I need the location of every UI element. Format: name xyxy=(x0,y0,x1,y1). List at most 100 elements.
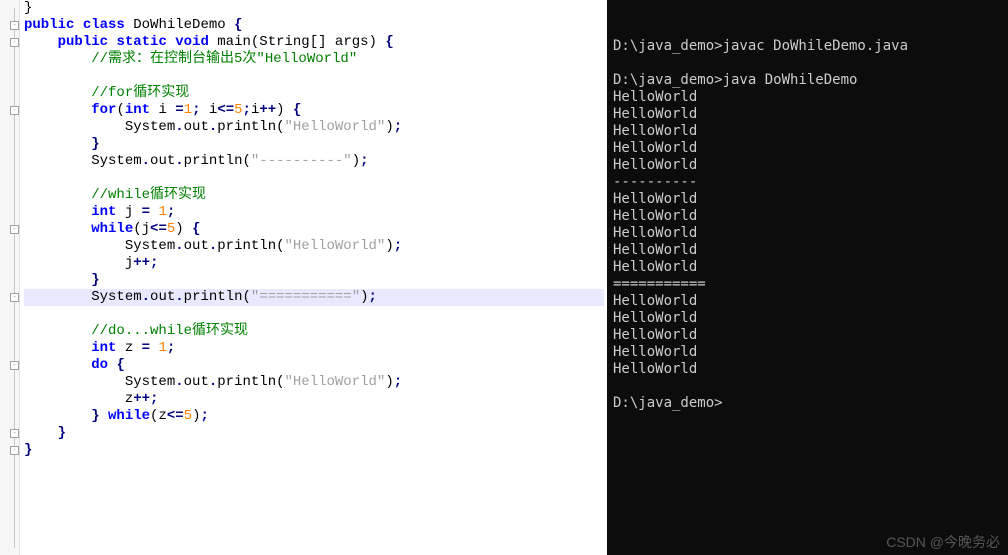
code-line[interactable]: System.out.println("==========="); xyxy=(24,289,604,306)
code-token: ) xyxy=(385,374,393,390)
code-editor[interactable]: -------- }public class DoWhileDemo { pub… xyxy=(0,0,607,555)
code-token: ; xyxy=(369,289,377,305)
code-token: ( xyxy=(242,153,250,169)
terminal-line: D:\java_demo>javac DoWhileDemo.java xyxy=(613,38,1002,55)
terminal-output: D:\java_demo>javac DoWhileDemo.java D:\j… xyxy=(613,38,1002,412)
code-token: ++ xyxy=(259,102,276,118)
code-token: println xyxy=(217,119,276,135)
code-line[interactable]: int z = 1; xyxy=(24,340,607,357)
code-line[interactable]: z++; xyxy=(24,391,607,408)
code-token: ; xyxy=(394,119,402,135)
code-token: int xyxy=(91,204,116,220)
code-token: DoWhileDemo xyxy=(133,17,225,33)
code-line[interactable]: System.out.println("HelloWorld"); xyxy=(24,374,607,391)
fold-toggle-icon[interactable]: - xyxy=(10,21,19,30)
code-token xyxy=(167,34,175,50)
code-token: args xyxy=(327,34,369,50)
code-line[interactable]: System.out.println("HelloWorld"); xyxy=(24,119,607,136)
code-token: z xyxy=(125,391,133,407)
code-area[interactable]: }public class DoWhileDemo { public stati… xyxy=(24,0,607,459)
code-line[interactable]: } xyxy=(24,0,607,17)
code-line[interactable]: do { xyxy=(24,357,607,374)
code-line[interactable]: //do...while循环实现 xyxy=(24,323,607,340)
terminal-line: HelloWorld xyxy=(613,327,1002,344)
code-line[interactable] xyxy=(24,68,607,85)
fold-guide xyxy=(14,8,15,548)
code-token: . xyxy=(142,153,150,169)
code-line[interactable]: int j = 1; xyxy=(24,204,607,221)
code-token: ) xyxy=(360,289,368,305)
fold-toggle-icon[interactable]: - xyxy=(10,106,19,115)
code-line[interactable]: } while(z<=5); xyxy=(24,408,607,425)
code-token: ; xyxy=(394,374,402,390)
code-token: ++ xyxy=(133,255,150,271)
code-line[interactable]: } xyxy=(24,272,607,289)
code-line[interactable] xyxy=(24,306,607,323)
code-token: = xyxy=(175,102,183,118)
code-token: { xyxy=(293,102,301,118)
code-token: z xyxy=(158,408,166,424)
code-token: static xyxy=(116,34,166,50)
fold-toggle-icon[interactable]: - xyxy=(10,446,19,455)
code-line[interactable]: } xyxy=(24,136,607,153)
code-line[interactable]: for(int i =1; i<=5;i++) { xyxy=(24,102,607,119)
code-token: { xyxy=(192,221,200,237)
code-token: System xyxy=(125,119,175,135)
code-token: = xyxy=(142,340,150,356)
code-token: 5 xyxy=(234,102,242,118)
terminal-line: HelloWorld xyxy=(613,242,1002,259)
code-token: . xyxy=(175,289,183,305)
code-line[interactable]: j++; xyxy=(24,255,607,272)
code-line[interactable]: while(j<=5) { xyxy=(24,221,607,238)
terminal-line: HelloWorld xyxy=(613,310,1002,327)
fold-toggle-icon[interactable]: - xyxy=(10,38,19,47)
fold-toggle-icon[interactable]: - xyxy=(10,429,19,438)
terminal[interactable]: D:\java_demo>javac DoWhileDemo.java D:\j… xyxy=(607,0,1008,555)
code-line[interactable]: public class DoWhileDemo { xyxy=(24,17,607,34)
terminal-line: HelloWorld xyxy=(613,106,1002,123)
code-token: int xyxy=(91,340,116,356)
code-token: j xyxy=(142,221,150,237)
code-token: ; xyxy=(360,153,368,169)
code-token: { xyxy=(385,34,393,50)
code-token: . xyxy=(175,119,183,135)
code-token: String xyxy=(259,34,309,50)
code-line[interactable]: //需求：在控制台输出5次"HelloWorld" xyxy=(24,51,607,68)
code-token: System xyxy=(91,289,141,305)
code-token: ) xyxy=(175,221,183,237)
code-line[interactable] xyxy=(24,170,607,187)
code-token: out xyxy=(184,374,209,390)
code-token: i xyxy=(150,102,175,118)
code-token: } xyxy=(58,425,66,441)
code-token: ; xyxy=(150,255,158,271)
code-token: ++ xyxy=(133,391,150,407)
code-line[interactable]: System.out.println("----------"); xyxy=(24,153,607,170)
code-token: public xyxy=(58,34,108,50)
fold-toggle-icon[interactable]: - xyxy=(10,361,19,370)
fold-toggle-icon[interactable]: - xyxy=(10,225,19,234)
code-token: ; xyxy=(243,102,251,118)
code-token: 5 xyxy=(184,408,192,424)
code-token: //for循环实现 xyxy=(91,85,189,101)
code-line[interactable]: //while循环实现 xyxy=(24,187,607,204)
code-token: } xyxy=(91,408,99,424)
code-token: println xyxy=(184,153,243,169)
code-token: ) xyxy=(385,119,393,135)
code-token: j xyxy=(125,255,133,271)
watermark: CSDN @今晚务必 xyxy=(886,534,1000,551)
code-line[interactable]: System.out.println("HelloWorld"); xyxy=(24,238,607,255)
terminal-line: HelloWorld xyxy=(613,361,1002,378)
code-line[interactable]: } xyxy=(24,425,607,442)
fold-toggle-icon[interactable]: - xyxy=(10,293,19,302)
code-line[interactable]: } xyxy=(24,442,607,459)
terminal-line: HelloWorld xyxy=(613,123,1002,140)
code-line[interactable]: //for循环实现 xyxy=(24,85,607,102)
code-line[interactable]: public static void main(String[] args) { xyxy=(24,34,607,51)
code-token: j xyxy=(116,204,141,220)
code-token: z xyxy=(116,340,141,356)
code-token: } xyxy=(91,272,99,288)
code-token xyxy=(125,17,133,33)
code-token: //需求：在控制台输出5次"HelloWorld" xyxy=(91,51,357,67)
code-token xyxy=(100,408,108,424)
code-token: 5 xyxy=(167,221,175,237)
